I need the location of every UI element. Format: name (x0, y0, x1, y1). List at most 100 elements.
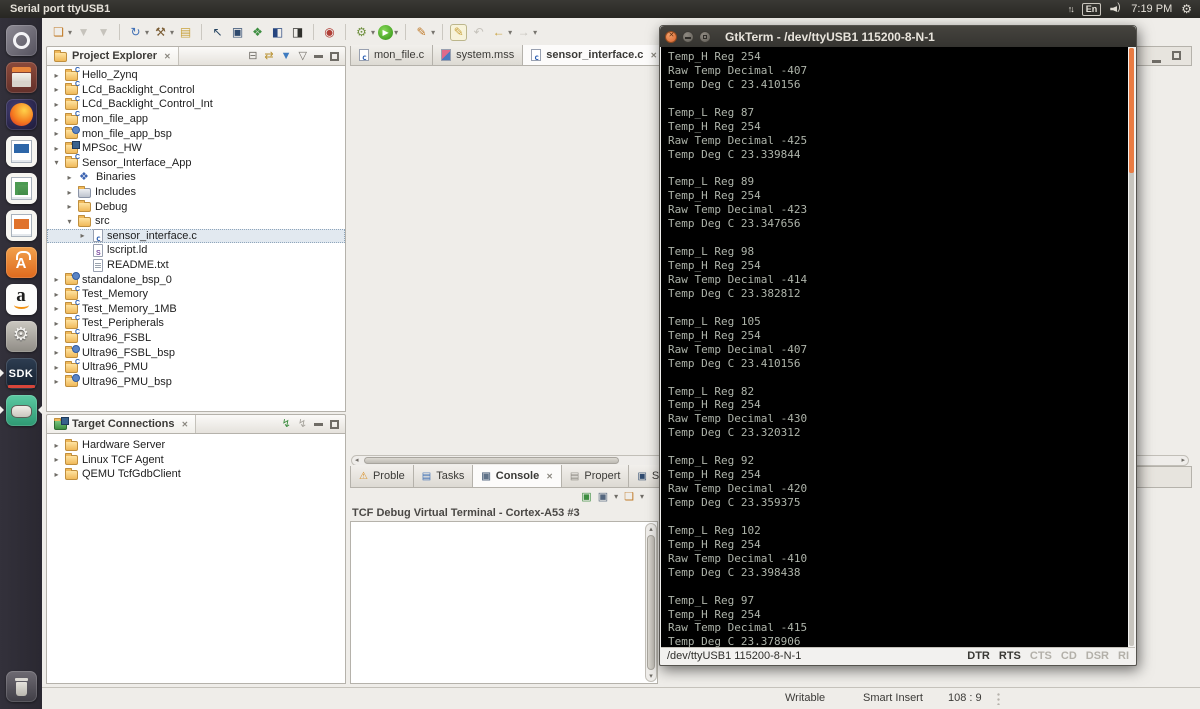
tab-target-connections[interactable]: Target Connections ✕ (47, 415, 196, 433)
tree-item-linux-tcf-agent[interactable]: ▸Linux TCF Agent (47, 453, 345, 468)
editor-hscroll-thumb[interactable] (364, 457, 619, 464)
console-tab-tasks[interactable]: ▤Tasks (414, 465, 474, 487)
gtkterm-title-bar[interactable]: GtkTerm - /dev/ttyUSB1 115200-8-N-1 (660, 26, 1136, 47)
expander-icon[interactable]: ▸ (52, 71, 61, 80)
console-output[interactable] (350, 521, 658, 684)
tree-item-test-memory[interactable]: ▸Test_Memory (47, 287, 345, 302)
new-wizard-dropdown-icon[interactable]: ▾ (68, 28, 72, 37)
select-tool-icon[interactable]: ↖ (209, 24, 226, 41)
minimize-view-icon[interactable] (314, 423, 323, 426)
minimize-window-icon[interactable] (682, 31, 694, 43)
tree-item-debug[interactable]: ▸Debug (47, 199, 345, 214)
tree-item-mon-file-app-bsp[interactable]: ▸mon_file_app_bsp (47, 126, 345, 141)
tree-item-ultra96-pmu-bsp[interactable]: ▸Ultra96_PMU_bsp (47, 374, 345, 389)
close-window-icon[interactable] (665, 31, 677, 43)
keyboard-layout-indicator[interactable]: En (1082, 3, 1102, 16)
tree-item-test-peripherals[interactable]: ▸Test_Peripherals (47, 316, 345, 331)
maximize-editor-icon[interactable] (1172, 47, 1181, 65)
open-console-icon[interactable]: ❏ (624, 492, 634, 503)
expander-icon[interactable]: ▸ (52, 115, 61, 124)
terminal-scrollbar[interactable] (1129, 48, 1134, 646)
close-tab-icon[interactable]: ✕ (650, 51, 657, 60)
tree-item-binaries[interactable]: ▸Binaries (47, 170, 345, 185)
tree-item-lscript-ld[interactable]: lscript.ld (47, 243, 345, 258)
expander-icon[interactable]: ▸ (52, 100, 61, 109)
expander-icon[interactable]: ▸ (52, 144, 61, 153)
dump-icon[interactable]: ◉ (321, 24, 338, 41)
expander-icon[interactable]: ▸ (52, 319, 61, 328)
terminal-scroll-thumb[interactable] (1129, 48, 1134, 173)
new-wizard-icon[interactable]: ❏ (50, 24, 67, 41)
expander-icon[interactable]: ▸ (52, 275, 61, 284)
pin-caret-icon[interactable]: ▾ (614, 493, 618, 501)
maximize-view-icon[interactable] (330, 420, 339, 429)
tree-item-ultra96-pmu[interactable]: ▸Ultra96_PMU (47, 360, 345, 375)
debug-config-dropdown-icon[interactable]: ▾ (371, 28, 375, 37)
expander-icon[interactable]: ▸ (78, 231, 87, 240)
console-tab-propert[interactable]: ▤Propert (562, 465, 630, 487)
external-tools-dropdown-icon[interactable]: ▾ (431, 28, 435, 37)
console-vscroll-thumb[interactable] (647, 535, 655, 670)
tree-item-ultra96-fsbl-bsp[interactable]: ▸Ultra96_FSBL_bsp (47, 345, 345, 360)
launcher-firefox[interactable] (0, 96, 42, 133)
tree-item-includes[interactable]: ▸Includes (47, 185, 345, 200)
scroll-down-icon[interactable]: ▾ (646, 672, 656, 680)
tree-item-src[interactable]: ▾src (47, 214, 345, 229)
scroll-right-icon[interactable]: ▸ (1181, 456, 1185, 466)
tree-item-sensor-interface-app[interactable]: ▾Sensor_Interface_App (47, 156, 345, 171)
tree-item-mpsoc-hw[interactable]: ▸MPSoc_HW (47, 141, 345, 156)
vivado-icon[interactable]: ◧ (269, 24, 286, 41)
maximize-window-icon[interactable] (699, 31, 711, 43)
expander-icon[interactable]: ▸ (52, 363, 61, 372)
collapse-all-icon[interactable]: ⊟ (248, 51, 257, 62)
expander-icon[interactable]: ▾ (65, 217, 74, 226)
tree-item-ultra96-fsbl[interactable]: ▸Ultra96_FSBL (47, 331, 345, 346)
refresh-dropdown-icon[interactable]: ▾ (145, 28, 149, 37)
view-menu-icon[interactable]: ▽ (299, 51, 307, 62)
console-tab-proble[interactable]: ⚠Proble (351, 465, 414, 487)
tree-item-sensor-interface-c[interactable]: ▸sensor_interface.c (47, 229, 345, 244)
forward-dropdown-icon[interactable]: ▾ (533, 28, 537, 37)
session-gear-icon[interactable]: ⚙ (1181, 2, 1192, 16)
editor-tab-system-mss[interactable]: system.mss (433, 45, 523, 65)
console-vscrollbar[interactable]: ▴ ▾ (645, 523, 657, 682)
new-target-connection-icon[interactable]: ↯ (282, 419, 291, 430)
mark-occurrences-icon[interactable]: ✎ (450, 24, 467, 41)
expander-icon[interactable]: ▸ (52, 290, 61, 299)
refresh-connection-icon[interactable]: ↯ (298, 419, 307, 430)
launcher-libreoffice-writer[interactable] (0, 133, 42, 170)
maximize-view-icon[interactable] (330, 52, 339, 61)
build-dropdown-icon[interactable]: ▾ (170, 28, 174, 37)
launcher-system-settings[interactable] (0, 318, 42, 355)
boot-image-icon[interactable]: ◨ (289, 24, 306, 41)
launcher-amazon[interactable] (0, 281, 42, 318)
tree-item-qemu-tcfgdbclient[interactable]: ▸QEMU TcfGdbClient (47, 467, 345, 482)
program-fpga-icon[interactable]: ❖ (249, 24, 266, 41)
launcher-libreoffice-impress[interactable] (0, 207, 42, 244)
expander-icon[interactable]: ▸ (52, 304, 61, 313)
tree-item-test-memory-1mb[interactable]: ▸Test_Memory_1MB (47, 302, 345, 317)
launcher-libreoffice-calc[interactable] (0, 170, 42, 207)
serial-terminal-output[interactable]: Temp_H Reg 254Raw Temp Decimal -407Temp … (661, 47, 1128, 647)
launcher-dash-home[interactable] (0, 22, 42, 59)
close-view-icon[interactable]: ✕ (181, 420, 188, 429)
volume-icon[interactable] (1110, 4, 1122, 14)
launcher-ubuntu-software[interactable] (0, 244, 42, 281)
scroll-up-icon[interactable]: ▴ (646, 525, 656, 533)
run-dropdown-icon[interactable]: ▾ (394, 28, 398, 37)
launcher-files[interactable] (0, 59, 42, 96)
expander-icon[interactable]: ▸ (52, 470, 61, 479)
expander-icon[interactable]: ▸ (65, 173, 74, 182)
tab-project-explorer[interactable]: Project Explorer ✕ (47, 47, 179, 65)
program-flash-icon[interactable]: ▤ (177, 24, 194, 41)
expander-icon[interactable]: ▸ (52, 348, 61, 357)
launcher-trash[interactable] (0, 668, 42, 705)
clock[interactable]: 7:19 PM (1131, 3, 1172, 15)
expander-icon[interactable]: ▸ (52, 85, 61, 94)
tree-item-readme-txt[interactable]: README.txt (47, 258, 345, 273)
back-icon[interactable]: ← (490, 24, 507, 41)
filter-icon[interactable]: ▼ (281, 51, 292, 62)
expander-icon[interactable]: ▸ (52, 441, 61, 450)
external-tools-icon[interactable]: ✎ (413, 24, 430, 41)
tree-item-mon-file-app[interactable]: ▸mon_file_app (47, 112, 345, 127)
